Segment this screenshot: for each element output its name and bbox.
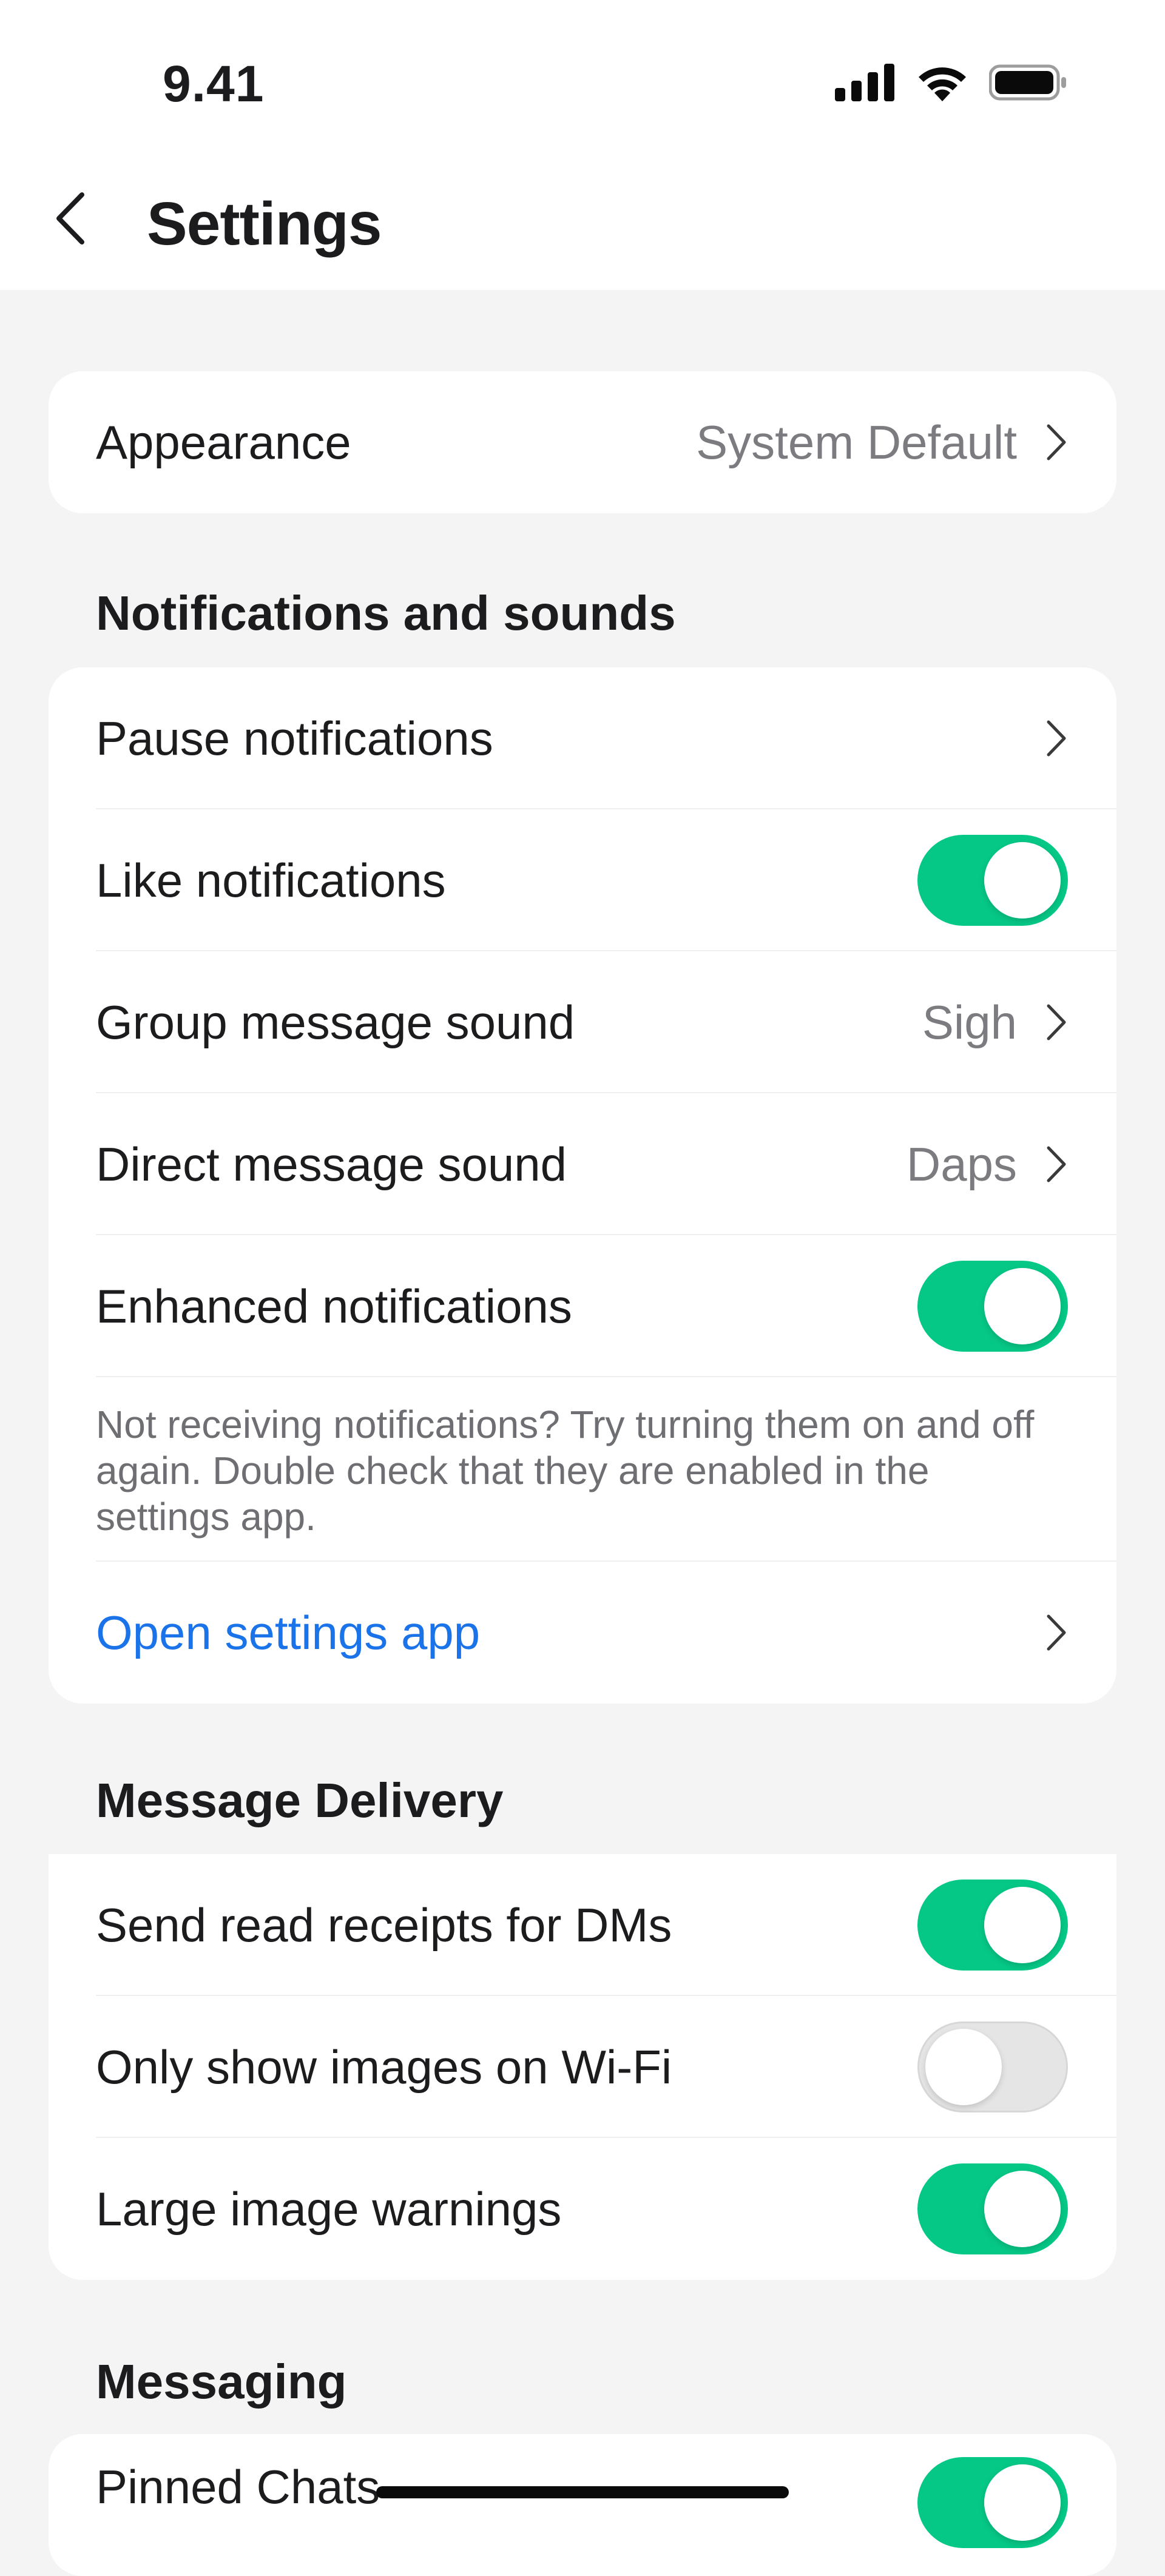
appearance-value: System Default <box>696 415 1017 469</box>
pause-notifications-row[interactable]: Pause notifications <box>49 667 1116 809</box>
direct-message-sound-label: Direct message sound <box>96 1137 567 1191</box>
chevron-right-icon <box>1044 1611 1068 1654</box>
status-bar: 9.41 <box>0 0 1165 146</box>
open-settings-link[interactable]: Open settings app <box>96 1605 1044 1661</box>
toggle-knob <box>984 2464 1061 2541</box>
appearance-row[interactable]: Appearance System Default <box>49 371 1116 513</box>
toggle-knob <box>925 2029 1002 2105</box>
enhanced-notifications-label: Enhanced notifications <box>96 1279 572 1333</box>
wifi-icon <box>919 67 966 101</box>
large-image-warnings-label: Large image warnings <box>96 2182 562 2236</box>
notifications-section-title: Notifications and sounds <box>96 586 676 640</box>
home-indicator[interactable] <box>376 2486 789 2498</box>
delivery-card: Send read receipts for DMs Only show ima… <box>49 1854 1116 2280</box>
delivery-section-title: Message Delivery <box>96 1773 504 1827</box>
wifi-images-row: Only show images on Wi-Fi <box>49 1996 1116 2138</box>
messaging-section-title: Messaging <box>96 2355 347 2409</box>
status-icons <box>835 64 1068 101</box>
back-button[interactable] <box>38 185 104 252</box>
group-message-sound-label: Group message sound <box>96 995 575 1049</box>
toggle-knob <box>984 2171 1061 2247</box>
toggle-knob <box>984 842 1061 919</box>
enhanced-notifications-toggle[interactable] <box>917 1261 1068 1352</box>
wifi-images-label: Only show images on Wi-Fi <box>96 2040 672 2094</box>
pinned-chats-row: Pinned Chats <box>49 2434 1116 2576</box>
like-notifications-row: Like notifications <box>49 809 1116 951</box>
like-notifications-toggle[interactable] <box>917 835 1068 926</box>
enhanced-notifications-row: Enhanced notifications <box>49 1235 1116 1377</box>
status-time: 9.41 <box>163 55 265 112</box>
pause-notifications-label: Pause notifications <box>96 711 493 765</box>
chevron-left-icon <box>56 192 84 244</box>
appearance-label: Appearance <box>96 415 351 469</box>
chevron-right-icon <box>1044 717 1068 760</box>
nav-bar: Settings <box>0 146 1165 290</box>
pinned-chats-toggle[interactable] <box>917 2457 1068 2548</box>
read-receipts-label: Send read receipts for DMs <box>96 1898 672 1952</box>
messaging-card: Pinned Chats <box>49 2434 1116 2576</box>
battery-icon <box>989 64 1066 101</box>
read-receipts-toggle[interactable] <box>917 1880 1068 1971</box>
large-image-warnings-toggle[interactable] <box>917 2163 1068 2254</box>
wifi-images-toggle[interactable] <box>917 2021 1068 2112</box>
group-message-sound-value: Sigh <box>922 995 1017 1049</box>
direct-message-sound-value: Daps <box>906 1137 1017 1191</box>
notifications-card: Pause notifications Like notifications G… <box>49 667 1116 1704</box>
large-image-warnings-row: Large image warnings <box>49 2138 1116 2280</box>
open-settings-row[interactable]: Open settings app <box>49 1562 1116 1704</box>
chevron-right-icon <box>1044 421 1068 464</box>
notifications-footnote: Not receiving notifications? Try turning… <box>49 1377 1116 1562</box>
cellular-signal-icon <box>835 64 894 101</box>
chevron-right-icon <box>1044 1001 1068 1044</box>
like-notifications-label: Like notifications <box>96 853 446 907</box>
toggle-knob <box>984 1268 1061 1344</box>
page-title: Settings <box>147 190 382 258</box>
group-message-sound-row[interactable]: Group message sound Sigh <box>49 951 1116 1093</box>
chevron-right-icon <box>1044 1143 1068 1185</box>
toggle-knob <box>984 1887 1061 1963</box>
appearance-card: Appearance System Default <box>49 371 1116 513</box>
read-receipts-row: Send read receipts for DMs <box>49 1854 1116 1996</box>
direct-message-sound-row[interactable]: Direct message sound Daps <box>49 1093 1116 1235</box>
